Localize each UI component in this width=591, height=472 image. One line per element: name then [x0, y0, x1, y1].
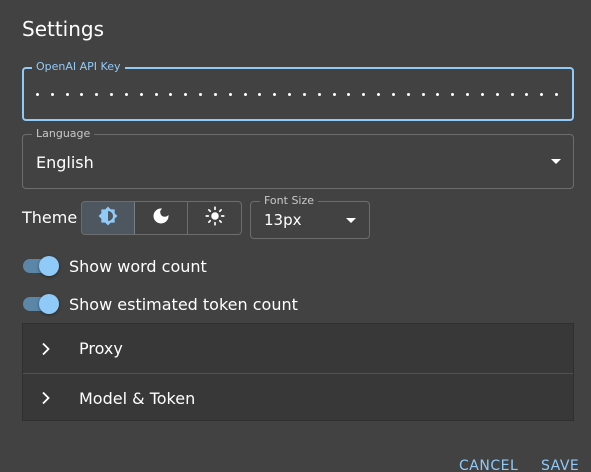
mask-dot	[347, 93, 351, 96]
mask-dot	[317, 93, 321, 96]
mask-dot	[95, 93, 99, 96]
mask-dot	[436, 93, 440, 96]
mask-dot	[377, 93, 381, 96]
mask-dot	[362, 93, 366, 96]
mask-dot	[451, 93, 455, 96]
mask-dot	[258, 93, 262, 96]
settings-accordion: Proxy Model & Token	[22, 323, 574, 421]
mask-dot	[302, 93, 306, 96]
mask-dot	[466, 93, 470, 96]
mask-dot	[169, 93, 173, 96]
mask-dot	[495, 93, 499, 96]
mask-dot	[50, 93, 54, 96]
mask-dot	[110, 93, 114, 96]
theme-dark-button[interactable]	[135, 202, 188, 234]
mask-dot	[184, 93, 188, 96]
mask-dot	[525, 93, 529, 96]
word-count-label: Show word count	[69, 256, 207, 276]
sun-icon	[204, 206, 225, 230]
mask-dot	[288, 93, 292, 96]
mask-dot	[213, 93, 217, 96]
theme-light-button[interactable]	[188, 202, 241, 234]
dropdown-arrow-icon	[551, 159, 561, 164]
moon-icon	[151, 206, 171, 230]
accordion-item-model-token[interactable]: Model & Token	[23, 373, 573, 422]
chevron-right-icon	[41, 342, 61, 356]
mask-dot	[332, 93, 336, 96]
font-size-value: 13px	[264, 211, 302, 229]
theme-auto-button[interactable]	[82, 202, 135, 234]
mask-dot	[406, 93, 410, 96]
mask-dot	[228, 93, 232, 96]
mask-dot	[554, 93, 558, 96]
chevron-right-icon	[41, 391, 61, 405]
mask-dot	[480, 93, 484, 96]
auto-brightness-icon	[98, 206, 118, 230]
language-label: Language	[32, 127, 95, 141]
language-select[interactable]: Language English	[22, 127, 574, 189]
word-count-switch[interactable]	[22, 256, 60, 276]
mask-dot	[510, 93, 514, 96]
token-count-switch[interactable]	[22, 294, 60, 314]
api-key-field[interactable]: OpenAI API Key	[22, 60, 574, 121]
mask-dot	[124, 93, 128, 96]
dropdown-arrow-icon	[346, 218, 356, 223]
mask-dot	[36, 93, 39, 96]
accordion-item-label: Model & Token	[79, 388, 196, 408]
mask-dot	[421, 93, 425, 96]
mask-dot	[273, 93, 277, 96]
mask-dot	[154, 93, 158, 96]
switch-thumb	[39, 294, 59, 314]
accordion-item-label: Proxy	[79, 339, 123, 358]
font-size-select[interactable]: Font Size 13px	[250, 194, 370, 239]
mask-dot	[243, 93, 247, 96]
token-count-toggle-row: Show estimated token count	[22, 292, 298, 316]
token-count-label: Show estimated token count	[69, 294, 298, 314]
mask-dot	[65, 93, 69, 96]
save-button[interactable]: SAVE	[541, 458, 579, 472]
mask-dot	[391, 93, 395, 96]
font-size-label: Font Size	[260, 194, 319, 208]
mask-dot	[80, 93, 84, 96]
dialog-title: Settings	[22, 17, 105, 41]
api-key-masked-value	[36, 93, 558, 96]
mask-dot	[540, 93, 544, 96]
api-key-label: OpenAI API Key	[32, 60, 125, 74]
theme-label: Theme	[22, 208, 78, 227]
mask-dot	[199, 93, 203, 96]
mask-dot	[139, 93, 143, 96]
accordion-item-proxy[interactable]: Proxy	[23, 324, 573, 373]
switch-thumb	[39, 256, 59, 276]
cancel-button[interactable]: CANCEL	[459, 458, 518, 472]
language-value: English	[36, 153, 94, 172]
word-count-toggle-row: Show word count	[22, 254, 207, 278]
theme-toggle-group	[81, 201, 242, 235]
